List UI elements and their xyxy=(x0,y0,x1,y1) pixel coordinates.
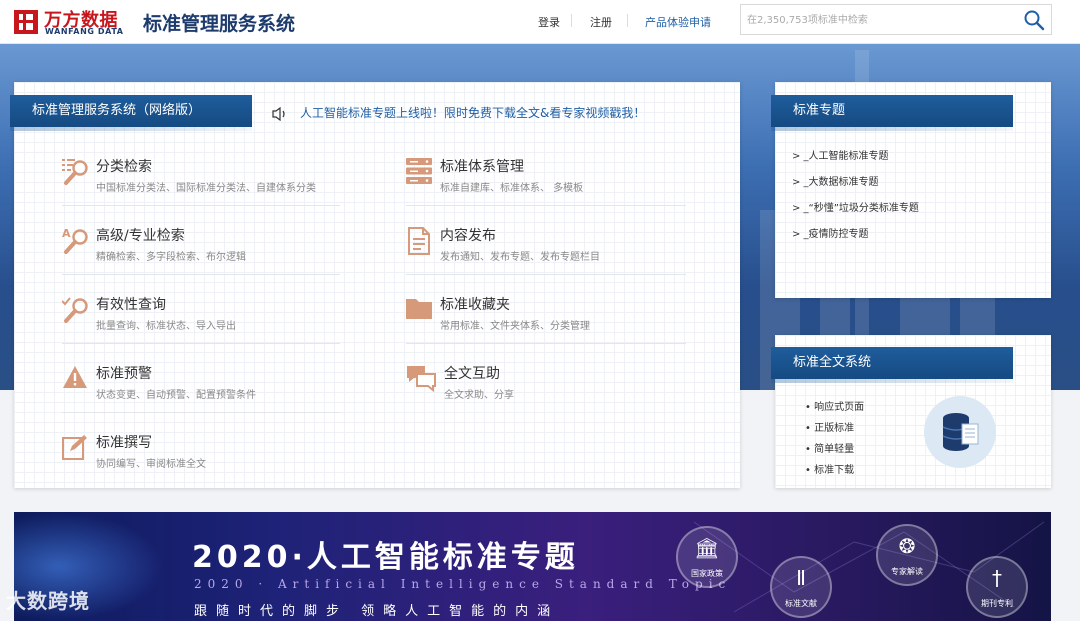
feature-title: 标准体系管理 xyxy=(440,159,524,175)
feature-title: 标准收藏夹 xyxy=(440,297,510,313)
feature-standard-writing[interactable]: 标准撰写 协同编写、审阅标准全文 xyxy=(62,432,342,472)
category-search-icon xyxy=(62,158,88,185)
banner-slogan: 跟随时代的脚步 领略人工智能的内涵 xyxy=(194,604,560,619)
main-service-card xyxy=(14,82,740,488)
database-icon[interactable] xyxy=(924,396,996,468)
topics-card-title: 标准专题 xyxy=(771,95,1013,131)
divider xyxy=(62,412,340,413)
divider xyxy=(62,274,340,275)
feature-description: 中国标准分类法、国际标准分类法、自建体系分类 xyxy=(96,183,316,194)
watermark-text: 大数跨境 xyxy=(6,589,90,613)
topic-link-bigdata[interactable]: > _大数据标准专题 xyxy=(792,173,879,188)
feature-title: 全文互助 xyxy=(444,366,500,382)
books-icon: Ⅱ xyxy=(796,566,806,590)
standard-literature-circle[interactable]: Ⅱ 标准文献 xyxy=(770,556,832,618)
feature-content-publish[interactable]: 内容发布 发布通知、发布专题、发布专题栏目 xyxy=(406,225,686,265)
journal-patent-circle[interactable]: † 期刊专利 xyxy=(966,556,1028,618)
top-header: 万方数据 WANFANG DATA 标准管理服务系统 登录 注册 产品体验申请 xyxy=(0,0,1080,44)
feature-fulltext-help[interactable]: 全文互助 全文求助、分享 xyxy=(406,363,686,403)
trial-apply-link[interactable]: 产品体验申请 xyxy=(645,14,711,30)
feature-description: 发布通知、发布专题、发布专题栏目 xyxy=(440,252,600,263)
circle-label: 国家政策 xyxy=(691,569,723,578)
ai-topic-banner[interactable]: 2020·人工智能标准专题 2020 · Artificial Intellig… xyxy=(14,512,1051,621)
svg-text:A: A xyxy=(62,227,71,240)
chat-bubbles-icon xyxy=(406,365,436,393)
feature-description: 精确检索、多字段检索、布尔逻辑 xyxy=(96,252,246,263)
circle-label: 期刊专利 xyxy=(981,599,1013,608)
feature-description: 状态变更、自动预警、配置预警条件 xyxy=(96,390,256,401)
feature-title: 高级/专业检索 xyxy=(96,228,185,244)
login-link[interactable]: 登录 xyxy=(538,14,560,30)
server-stack-icon xyxy=(406,158,432,184)
fulltext-feature-item: • 响应式页面 xyxy=(805,402,865,413)
edit-icon xyxy=(62,434,88,460)
feature-description: 全文求助、分享 xyxy=(444,390,514,401)
banner-subtitle: 2020 · Artificial Intelligence Standard … xyxy=(194,577,732,591)
warning-icon xyxy=(62,365,88,391)
feature-title: 有效性查询 xyxy=(96,297,166,313)
divider xyxy=(406,343,686,344)
feature-title: 分类检索 xyxy=(96,159,152,175)
circle-label: 标准文献 xyxy=(785,599,817,608)
feature-category-search[interactable]: 分类检索 中国标准分类法、国际标准分类法、自建体系分类 xyxy=(62,156,342,196)
feature-description: 批量查询、标准状态、导入导出 xyxy=(96,321,236,332)
document-icon xyxy=(406,227,432,255)
feature-advanced-search[interactable]: A 高级/专业检索 精确检索、多字段检索、布尔逻辑 xyxy=(62,225,342,265)
announcement-link[interactable]: 人工智能标准专题上线啦！限时免费下载全文&看专家视频戳我！ xyxy=(300,104,645,121)
expert-interpretation-circle[interactable]: ❂ 专家解读 xyxy=(876,524,938,586)
speaker-icon xyxy=(272,106,288,125)
divider xyxy=(406,205,686,206)
topic-link-garbage-sorting[interactable]: > _“秒懂”垃圾分类标准专题 xyxy=(792,199,919,214)
logo-english-text: WANFANG DATA xyxy=(45,27,124,36)
fulltext-feature-item: • 标准下载 xyxy=(805,465,855,476)
folder-icon xyxy=(406,296,432,322)
feature-standard-system[interactable]: 标准体系管理 标准自建库、标准体系、 多模板 xyxy=(406,156,686,196)
feature-title: 标准预警 xyxy=(96,366,152,382)
divider xyxy=(62,205,340,206)
nav-divider xyxy=(571,14,572,27)
feature-standard-warning[interactable]: 标准预警 状态变更、自动预警、配置预警条件 xyxy=(62,363,342,403)
fulltext-feature-item: • 正版标准 xyxy=(805,423,855,434)
feature-description: 常用标准、文件夹体系、分类管理 xyxy=(440,321,590,332)
feature-favorites[interactable]: 标准收藏夹 常用标准、文件夹体系、分类管理 xyxy=(406,294,686,334)
fulltext-card-title[interactable]: 标准全文系统 xyxy=(771,347,1013,383)
advanced-search-icon: A xyxy=(62,227,88,254)
search-input[interactable] xyxy=(747,10,1017,30)
topic-link-ai[interactable]: > _人工智能标准专题 xyxy=(792,147,889,162)
wanfang-logo-icon[interactable] xyxy=(14,10,38,34)
banner-title: 2020·人工智能标准专题 xyxy=(192,540,579,575)
divider xyxy=(406,274,686,275)
feature-title: 标准撰写 xyxy=(96,435,152,451)
topic-link-epidemic[interactable]: > _疫情防控专题 xyxy=(792,225,869,240)
nav-divider xyxy=(627,14,628,27)
circle-label: 专家解读 xyxy=(891,567,923,576)
search-icon[interactable] xyxy=(1023,9,1045,31)
search-box xyxy=(740,4,1052,35)
feature-description: 标准自建库、标准体系、 多模板 xyxy=(440,183,584,194)
check-search-icon xyxy=(61,296,88,323)
national-policy-circle[interactable]: 🏛 国家政策 xyxy=(676,526,738,588)
feature-validity-query[interactable]: 有效性查询 批量查询、标准状态、导入导出 xyxy=(61,294,342,334)
feature-title: 内容发布 xyxy=(440,228,496,244)
feature-description: 协同编写、审阅标准全文 xyxy=(96,459,206,470)
divider xyxy=(62,343,340,344)
fulltext-feature-item: • 简单轻量 xyxy=(805,444,855,455)
site-title[interactable]: 标准管理服务系统 xyxy=(143,9,295,36)
patent-icon: † xyxy=(992,566,1002,590)
register-link[interactable]: 注册 xyxy=(590,14,612,30)
award-icon: ❂ xyxy=(898,534,916,558)
main-card-title: 标准管理服务系统（网络版） xyxy=(10,95,252,131)
government-building-icon: 🏛 xyxy=(694,536,720,560)
